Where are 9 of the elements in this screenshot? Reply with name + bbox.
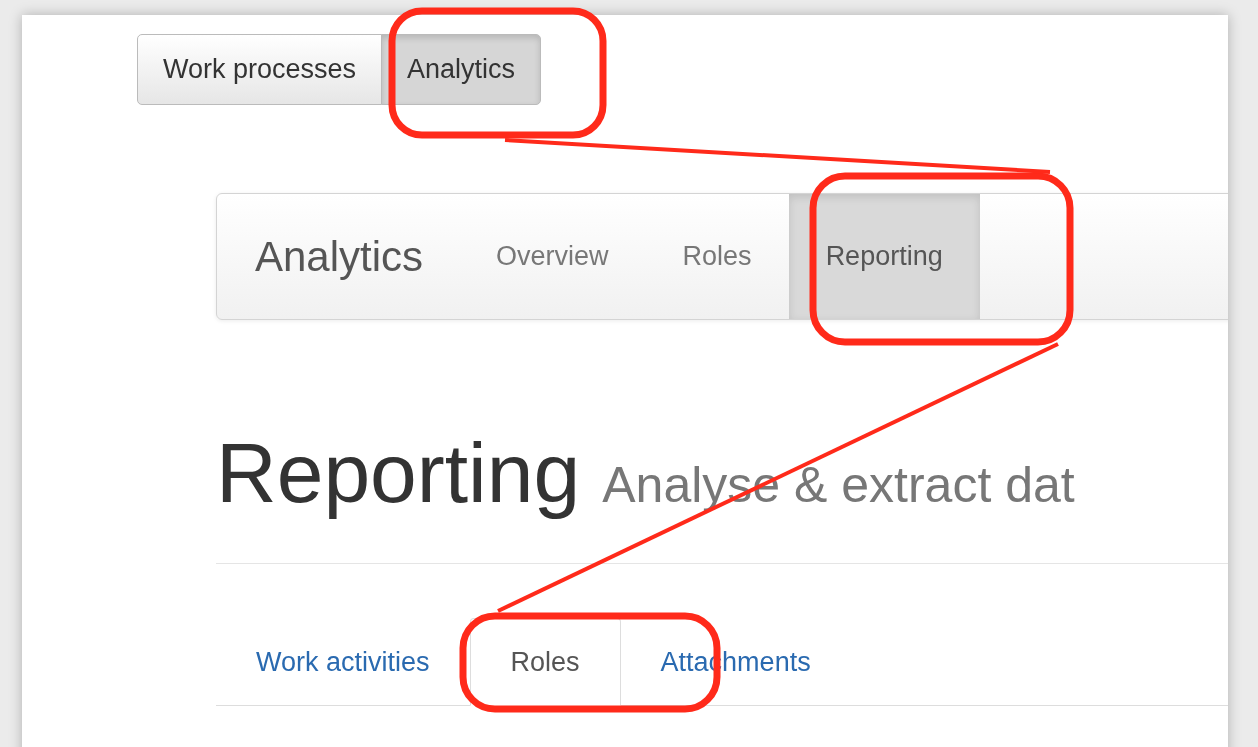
nav-link[interactable]: Reporting <box>788 194 980 319</box>
tab[interactable]: Roles <box>469 618 621 706</box>
nav-link[interactable]: Overview <box>459 194 646 319</box>
toggle-button[interactable]: Work processes <box>137 34 383 105</box>
page-title: Reporting <box>216 425 581 522</box>
tab[interactable]: Work activities <box>216 618 470 706</box>
toggle-button[interactable]: Analytics <box>381 34 542 105</box>
navbar-brand[interactable]: Analytics <box>255 225 424 288</box>
nav-link[interactable]: Roles <box>645 194 789 319</box>
